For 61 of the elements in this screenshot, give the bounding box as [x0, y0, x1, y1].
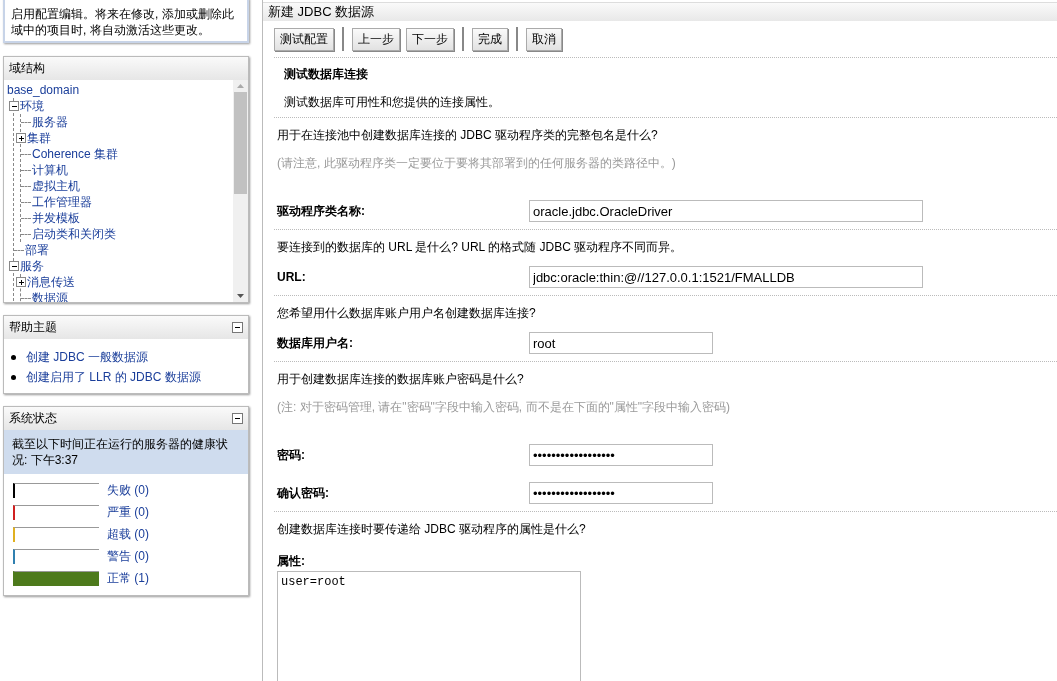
input-field[interactable]: ••••••••••••••••••: [529, 444, 713, 466]
section-title: 测试数据库连接: [284, 66, 369, 83]
bullet-icon: [11, 354, 16, 360]
field-label: 确认密码:: [277, 484, 330, 502]
panel-title: 帮助主题: [9, 319, 57, 336]
section-description: 测试数据库可用性和您提供的连接属性。: [284, 94, 501, 111]
properties-field[interactable]: user=root: [277, 571, 581, 681]
collapse-icon[interactable]: [232, 322, 243, 333]
input-field[interactable]: ••••••••••••••••••: [529, 482, 713, 504]
toolbar-button[interactable]: 上一步: [352, 27, 400, 51]
scrollbar[interactable]: [233, 80, 248, 302]
input-field[interactable]: root: [529, 332, 713, 354]
tree-item[interactable]: 环境: [20, 97, 44, 115]
field-label: 密码:: [277, 446, 306, 464]
toolbar-button[interactable]: 下一步: [406, 27, 454, 51]
tree-item[interactable]: 集群: [27, 129, 51, 147]
question-text: 创建数据库连接时要传递给 JDBC 驱动程序的属性是什么?: [277, 521, 587, 538]
notice-text: 启用配置编辑。将来在修改, 添加或删除此域中的项目时, 将自动激活这些更改。: [3, 0, 249, 43]
collapse-icon[interactable]: [9, 261, 19, 271]
tree-item[interactable]: 工作管理器: [32, 193, 92, 211]
bullet-icon: [11, 374, 16, 380]
note-text: (请注意, 此驱动程序类一定要位于要将其部署到的任何服务器的类路径中。): [277, 155, 677, 172]
field-label: 驱动程序类名称:: [277, 202, 366, 220]
field-label: 属性:: [277, 553, 306, 570]
panel-title: 域结构: [9, 60, 45, 77]
input-field[interactable]: oracle.jdbc.OracleDriver: [529, 200, 923, 222]
status-summary: 截至以下时间正在运行的服务器的健康状况: 下午3:37: [4, 430, 248, 474]
health-link[interactable]: 正常 (1): [107, 570, 240, 587]
tree-item[interactable]: 服务器: [32, 113, 68, 131]
tree-item[interactable]: base_domain: [7, 83, 80, 97]
question-text: 用于创建数据库连接的数据库账户密码是什么?: [277, 371, 525, 388]
help-link[interactable]: 创建 JDBC 一般数据源: [26, 347, 148, 367]
health-link[interactable]: 超载 (0): [107, 526, 240, 543]
toolbar-button[interactable]: 取消: [526, 27, 562, 51]
tree-item[interactable]: 服务: [20, 257, 44, 275]
field-label: URL:: [277, 270, 307, 284]
question-text: 要连接到的数据库的 URL 是什么? URL 的格式随 JDBC 驱动程序不同而异。: [277, 239, 684, 256]
health-link[interactable]: 警告 (0): [107, 548, 240, 565]
toolbar-button[interactable]: 完成: [472, 27, 508, 51]
input-field[interactable]: jdbc:oracle:thin:@//127.0.0.1:1521/FMALLDB: [529, 266, 923, 288]
panel-title: 系统状态: [9, 410, 57, 427]
expand-icon[interactable]: [16, 277, 26, 287]
tree-item[interactable]: 虚拟主机: [32, 177, 80, 195]
tree-item[interactable]: 启动类和关闭类: [32, 225, 116, 243]
page-title: 新建 JDBC 数据源: [263, 2, 1057, 21]
field-label: 数据库用户名:: [277, 334, 354, 352]
collapse-icon[interactable]: [232, 413, 243, 424]
toolbar-button[interactable]: 测试配置: [274, 27, 334, 51]
collapse-icon[interactable]: [9, 101, 19, 111]
health-link[interactable]: 严重 (0): [107, 504, 240, 521]
question-text: 您希望用什么数据库账户用户名创建数据库连接?: [277, 305, 537, 322]
question-text: 用于在连接池中创建数据库连接的 JDBC 驱动程序类的完整包名是什么?: [277, 127, 659, 144]
note-text: (注: 对于密码管理, 请在"密码"字段中输入密码, 而不是在下面的"属性"字段中输入密码): [277, 399, 732, 416]
tree-item[interactable]: 消息传送: [27, 273, 75, 291]
tree-item[interactable]: 并发模板: [32, 209, 80, 227]
health-link[interactable]: 失败 (0): [107, 482, 240, 499]
tree-item[interactable]: 部署: [25, 241, 49, 259]
tree-item[interactable]: 计算机: [32, 161, 68, 179]
help-link[interactable]: 创建启用了 LLR 的 JDBC 数据源: [26, 367, 201, 387]
tree-item[interactable]: Coherence 集群: [32, 145, 119, 163]
expand-icon[interactable]: [16, 133, 26, 143]
